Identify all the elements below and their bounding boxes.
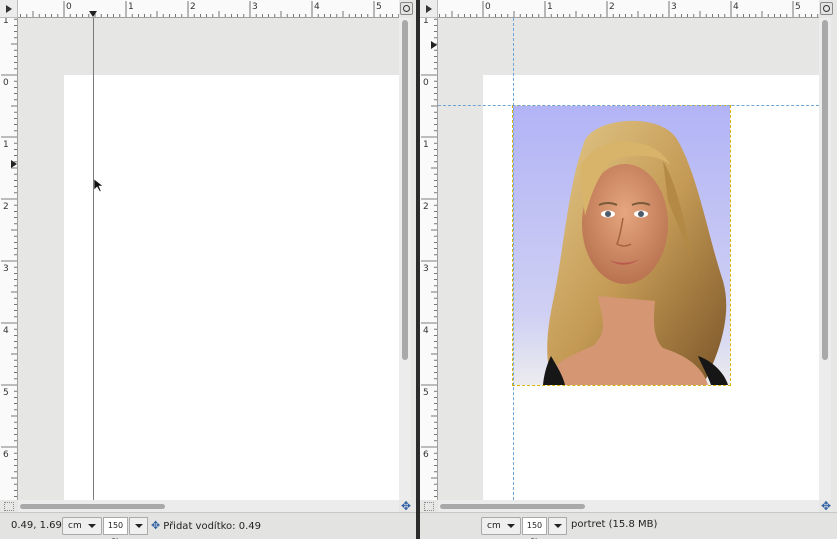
ruler-label: 5 xyxy=(795,2,801,12)
vertical-guide[interactable] xyxy=(513,18,514,500)
unit-selector[interactable]: cm xyxy=(481,517,521,535)
horizontal-guide[interactable] xyxy=(438,105,819,106)
guide-line-preview xyxy=(93,18,94,500)
ruler-label: 3 xyxy=(671,2,677,12)
status-message-text: Přidat vodítko: 0.49 xyxy=(163,521,261,532)
ruler-label: 6 xyxy=(3,450,9,460)
image-info: portret (15.8 MB) xyxy=(571,519,658,530)
zoom-icon[interactable] xyxy=(820,2,833,15)
ruler-label: 2 xyxy=(3,202,9,212)
ruler-label: 4 xyxy=(314,2,320,12)
ruler-label: 1 xyxy=(547,2,553,12)
ruler-label: 5 xyxy=(423,388,429,398)
pointer-marker xyxy=(11,160,17,168)
ruler-label: 0 xyxy=(66,2,72,12)
ruler-label: 4 xyxy=(423,326,429,336)
unit-label: cm xyxy=(68,521,82,531)
quick-mask-icon[interactable] xyxy=(420,500,438,512)
vertical-scrollbar[interactable] xyxy=(399,18,411,500)
status-bar: 0.49, 1.69 cm 150 % ✥Přidat vodítko: 0.4… xyxy=(0,512,416,539)
vertical-scroll-thumb[interactable] xyxy=(402,20,408,360)
chevron-down-icon xyxy=(507,524,515,528)
canvas-area[interactable] xyxy=(18,18,399,500)
ruler-label: 3 xyxy=(423,264,429,274)
zoom-icon[interactable] xyxy=(400,2,413,15)
horizontal-scrollbar[interactable] xyxy=(18,500,399,512)
ruler-label: 2 xyxy=(609,2,615,12)
chevron-down-icon xyxy=(554,524,562,528)
ruler-label: 0 xyxy=(485,2,491,12)
status-message: ✥ Přidat vodítko: 0.49 xyxy=(151,519,261,532)
ruler-label: 1 xyxy=(128,2,134,12)
horizontal-ruler[interactable]: 0 1 2 3 4 5 xyxy=(18,0,399,18)
ruler-label: 2 xyxy=(190,2,196,12)
ruler-label: 1 xyxy=(3,18,9,26)
chevron-down-icon xyxy=(88,524,96,528)
horizontal-scroll-thumb[interactable] xyxy=(440,504,585,509)
right-image-window: 0 1 2 3 4 5 1 0 1 2 3 4 5 6 ✥ cm 150 portret (15.8 M… xyxy=(420,0,837,539)
zoom-field[interactable]: 150 % xyxy=(522,517,547,539)
menu-arrow-icon[interactable] xyxy=(420,0,438,18)
ruler-ticks: 1 0 1 2 3 4 5 6 xyxy=(421,18,437,498)
canvas-area[interactable] xyxy=(438,18,819,500)
unit-selector[interactable]: cm xyxy=(62,517,102,535)
quick-mask-icon[interactable] xyxy=(0,500,18,512)
ruler-label: 1 xyxy=(423,18,429,26)
vertical-scrollbar[interactable] xyxy=(819,18,831,500)
move-arrows-icon[interactable]: ✥ xyxy=(400,500,412,512)
ruler-label: 3 xyxy=(252,2,258,12)
ruler-label: 0 xyxy=(3,78,9,88)
portrait-photo xyxy=(513,106,730,385)
zoom-dropdown-button[interactable] xyxy=(548,517,567,535)
move-arrows-icon: ✥ xyxy=(151,519,161,532)
chevron-down-icon xyxy=(135,524,143,528)
status-bar: cm 150 % portret (15.8 MB) xyxy=(420,512,837,539)
zoom-field[interactable]: 150 % xyxy=(103,517,128,539)
horizontal-scroll-thumb[interactable] xyxy=(20,504,165,509)
ruler-label: 0 xyxy=(423,78,429,88)
ruler-label: 4 xyxy=(733,2,739,12)
pointer-marker xyxy=(431,41,437,49)
pointer-coordinates: 0.49, 1.69 xyxy=(11,520,62,531)
menu-arrow-icon[interactable] xyxy=(0,0,18,18)
ruler-ticks: 0 1 2 3 4 5 xyxy=(20,1,399,17)
ruler-label: 2 xyxy=(423,202,429,212)
move-arrows-icon[interactable]: ✥ xyxy=(820,500,832,512)
ruler-label: 4 xyxy=(3,326,9,336)
ruler-label: 5 xyxy=(3,388,9,398)
ruler-ticks: 1 0 1 2 3 4 5 6 xyxy=(1,18,17,498)
image-page xyxy=(64,75,399,500)
zoom-dropdown-button[interactable] xyxy=(129,517,148,535)
pointer-marker xyxy=(89,11,97,17)
left-image-window: 012345 10123456 ✥ 0.49, 1.69 cm 150 % ✥P… xyxy=(0,0,416,539)
horizontal-ruler[interactable]: 0 1 2 3 4 5 xyxy=(438,0,819,18)
ruler-label: 6 xyxy=(423,450,429,460)
vertical-ruler[interactable]: 1 0 1 2 3 4 5 6 xyxy=(420,18,438,500)
unit-label: cm xyxy=(487,521,501,531)
vertical-ruler[interactable]: 1 0 1 2 3 4 5 6 xyxy=(0,18,18,500)
ruler-label: 1 xyxy=(3,140,9,150)
ruler-label: 1 xyxy=(423,140,429,150)
vertical-scroll-thumb[interactable] xyxy=(822,20,828,360)
portrait-layer[interactable] xyxy=(512,105,731,386)
ruler-ticks: 0 1 2 3 4 5 xyxy=(439,1,819,17)
ruler-label: 3 xyxy=(3,264,9,274)
mouse-cursor-icon xyxy=(94,179,104,193)
horizontal-scrollbar[interactable] xyxy=(438,500,819,512)
ruler-label: 5 xyxy=(376,2,382,12)
